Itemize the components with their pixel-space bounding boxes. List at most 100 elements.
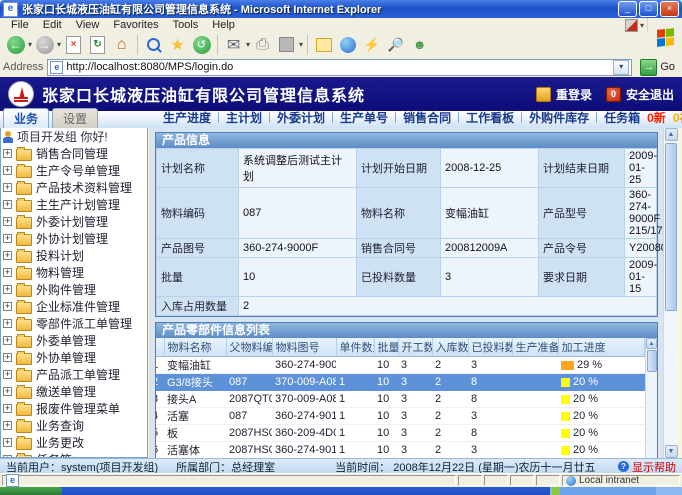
close-button[interactable]: × [660, 1, 679, 17]
start-button[interactable] [0, 487, 62, 495]
minimize-button[interactable]: _ [618, 1, 637, 17]
sidebar-item[interactable]: +生产令号单管理 [1, 162, 147, 179]
sidebar-item[interactable]: +业务更改 [1, 434, 147, 451]
expand-icon[interactable]: + [3, 200, 12, 209]
mail-dropdown-icon[interactable]: ▾ [246, 40, 250, 49]
addon-icon[interactable] [625, 19, 638, 32]
history-button[interactable]: ↺ [190, 34, 213, 56]
expand-icon[interactable]: + [3, 285, 12, 294]
sidebar-item[interactable]: +企业标准件管理 [1, 298, 147, 315]
sidebar-item[interactable]: +外委计划管理 [1, 213, 147, 230]
expand-icon[interactable]: + [3, 183, 12, 192]
column-header[interactable]: 物料名称 [164, 338, 226, 357]
expand-icon[interactable]: + [3, 387, 12, 396]
expand-icon[interactable]: + [3, 438, 12, 447]
scroll-thumb[interactable] [647, 350, 657, 372]
sidebar-item[interactable]: +业务查询 [1, 417, 147, 434]
column-header[interactable]: 生产准备 [512, 338, 558, 357]
forward-button[interactable]: → [33, 34, 56, 56]
back-dropdown-icon[interactable]: ▾ [28, 40, 32, 49]
sidebar-item[interactable]: +销售合同管理 [1, 145, 147, 162]
expand-icon[interactable]: + [3, 217, 12, 226]
forward-dropdown-icon[interactable]: ▾ [57, 40, 61, 49]
address-dropdown[interactable]: ▾ [613, 60, 629, 75]
column-header[interactable]: 单件数量 [336, 338, 374, 357]
table-row[interactable]: 4活塞087360-274-9010F11032320 % [156, 408, 645, 425]
sidebar-item[interactable]: +报废件管理菜单 [1, 400, 147, 417]
address-input[interactable]: e http://localhost:8080/MPS/login.do ▾ [47, 59, 632, 76]
parts-vertical-scrollbar[interactable]: ▲ ▼ [645, 338, 657, 458]
go-button[interactable]: → Go [636, 59, 679, 76]
nav-item-6[interactable]: 外购件库存 [529, 109, 589, 126]
expand-icon[interactable]: + [3, 251, 12, 260]
maximize-button[interactable]: □ [639, 1, 658, 17]
main-vertical-scrollbar[interactable]: ▲ ▼ [663, 128, 678, 458]
menu-favorites[interactable]: Favorites [106, 19, 165, 31]
scroll-up-icon[interactable]: ▲ [646, 338, 657, 349]
scroll-down-icon[interactable]: ▼ [665, 445, 678, 458]
expand-icon[interactable]: + [3, 421, 12, 430]
sidebar-item[interactable]: +缴送单管理 [1, 383, 147, 400]
scroll-up-icon[interactable]: ▲ [665, 128, 678, 141]
column-header[interactable]: 加工进度 [558, 338, 645, 357]
refresh-button[interactable]: ↻ [86, 34, 109, 56]
msn-button[interactable]: ⚡ [360, 34, 383, 56]
table-row[interactable]: 5板2087HS002360-209-4D01011032820 % [156, 425, 645, 442]
back-button[interactable]: ← [4, 34, 27, 56]
expand-icon[interactable]: + [3, 353, 12, 362]
menu-file[interactable]: File [4, 19, 36, 31]
expand-icon[interactable]: + [3, 404, 12, 413]
sidebar-item[interactable]: +外协单管理 [1, 349, 147, 366]
nav-item-4[interactable]: 销售合同 [403, 109, 451, 126]
menu-view[interactable]: View [69, 19, 107, 31]
edit-dropdown-icon[interactable]: ▾ [299, 40, 303, 49]
logout-button[interactable]: 0 安全退出 [606, 86, 674, 103]
expand-icon[interactable]: + [3, 302, 12, 311]
messenger-button[interactable] [336, 34, 359, 56]
tab-settings[interactable]: 设置 [52, 108, 98, 128]
expand-icon[interactable]: + [3, 319, 12, 328]
nav-item-7[interactable]: 任务箱 [604, 109, 640, 126]
sidebar-item[interactable]: +物料管理 [1, 264, 147, 281]
column-header[interactable]: 已投料数 [468, 338, 512, 357]
expand-icon[interactable]: + [3, 149, 12, 158]
mail-button[interactable]: ✉ [222, 34, 245, 56]
tab-business[interactable]: 业务 [3, 108, 49, 128]
table-row[interactable]: 2G3/8接头087370-009-A084011032820 % [156, 374, 645, 391]
sidebar-item[interactable]: +产品派工单管理 [1, 366, 147, 383]
menu-tools[interactable]: Tools [166, 19, 206, 31]
sidebar-item[interactable]: +外协计划管理 [1, 230, 147, 247]
expand-icon[interactable]: + [3, 370, 12, 379]
addon-dropdown-icon[interactable]: ▾ [640, 21, 644, 30]
sidebar-item[interactable]: +主生产计划管理 [1, 196, 147, 213]
sidebar-item[interactable]: +任务箱 [1, 451, 147, 458]
expand-icon[interactable]: + [3, 166, 12, 175]
table-row[interactable]: 3接头A2087QT002370-009-A085011032820 % [156, 391, 645, 408]
nav-item-3[interactable]: 生产单号 [340, 109, 388, 126]
expand-icon[interactable]: + [3, 268, 12, 277]
home-button[interactable]: ⌂ [110, 34, 133, 56]
column-header[interactable]: 开工数 [398, 338, 432, 357]
expand-icon[interactable]: + [3, 234, 12, 243]
column-header[interactable]: 物料图号 [272, 338, 336, 357]
menu-help[interactable]: Help [205, 19, 242, 31]
nav-item-1[interactable]: 主计划 [226, 109, 262, 126]
main-scroll-thumb[interactable] [665, 143, 677, 311]
sidebar-item[interactable]: +外购件管理 [1, 281, 147, 298]
menu-edit[interactable]: Edit [36, 19, 69, 31]
discuss-button[interactable] [312, 34, 335, 56]
column-header[interactable]: 批量 [374, 338, 398, 357]
nav-item-2[interactable]: 外委计划 [277, 109, 325, 126]
edit-button[interactable] [275, 34, 298, 56]
column-header[interactable]: 父物料编码 [226, 338, 272, 357]
search-button[interactable] [142, 34, 165, 56]
buddies-button[interactable]: ☻ [408, 34, 431, 56]
favorites-button[interactable]: ★ [166, 34, 189, 56]
table-row[interactable]: 6活塞体2087HS002360-274-9011W11032320 % [156, 442, 645, 459]
sidebar-item[interactable]: +零部件派工单管理 [1, 315, 147, 332]
stop-button[interactable]: × [62, 34, 85, 56]
column-header[interactable]: 入库数 [432, 338, 468, 357]
sidebar-item[interactable]: +外委单管理 [1, 332, 147, 349]
expand-icon[interactable]: + [3, 336, 12, 345]
sidebar-item[interactable]: +产品技术资料管理 [1, 179, 147, 196]
